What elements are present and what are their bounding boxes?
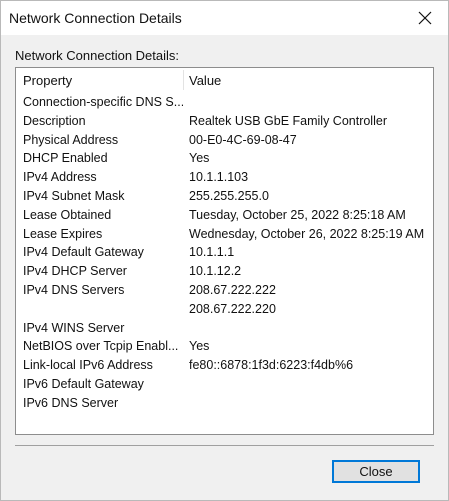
table-row[interactable]: Lease Obtained Tuesday, October 25, 2022 … — [16, 206, 433, 225]
value-cell: Yes — [189, 151, 210, 166]
property-cell: IPv4 Default Gateway — [23, 245, 144, 260]
column-header-value[interactable]: Value — [189, 73, 221, 88]
details-list-view[interactable]: Property Value Connection-specific DNS S… — [15, 67, 434, 435]
table-row[interactable]: IPv4 DNS Servers 208.67.222.222 — [16, 281, 433, 300]
table-row[interactable]: DHCP Enabled Yes — [16, 149, 433, 168]
property-cell: Lease Obtained — [23, 207, 112, 222]
value-cell: 10.1.12.2 — [189, 264, 242, 279]
table-row[interactable]: 208.67.222.220 — [16, 300, 433, 319]
divider — [15, 445, 434, 446]
table-row[interactable]: IPv4 Default Gateway 10.1.1.1 — [16, 243, 433, 262]
column-divider[interactable] — [183, 70, 184, 90]
table-row[interactable]: NetBIOS over Tcpip Enabl... Yes — [16, 337, 433, 356]
property-cell: NetBIOS over Tcpip Enabl... — [23, 339, 179, 354]
close-button[interactable]: Close — [332, 460, 420, 483]
title-bar: Network Connection Details — [1, 1, 448, 35]
window-title: Network Connection Details — [9, 10, 182, 26]
property-cell: IPv4 DNS Servers — [23, 282, 125, 297]
table-row[interactable]: IPv6 Default Gateway — [16, 375, 433, 394]
table-row[interactable]: IPv6 DNS Server — [16, 394, 433, 413]
value-cell: Wednesday, October 26, 2022 8:25:19 AM — [189, 226, 425, 241]
value-cell: Realtek USB GbE Family Controller — [189, 113, 387, 128]
property-cell: DHCP Enabled — [23, 151, 108, 166]
property-cell: Connection-specific DNS S... — [23, 95, 183, 109]
property-cell: Link-local IPv6 Address — [23, 358, 153, 373]
property-cell: IPv4 Subnet Mask — [23, 188, 125, 203]
close-icon — [418, 11, 432, 25]
details-section-label: Network Connection Details: — [15, 48, 180, 63]
value-cell: 208.67.222.222 — [189, 282, 276, 297]
property-cell: IPv6 DNS Server — [23, 395, 119, 410]
network-connection-details-dialog: Network Connection Details Network Conne… — [0, 0, 449, 501]
property-cell: IPv4 WINS Server — [23, 320, 125, 335]
value-cell: 10.1.1.103 — [189, 170, 249, 185]
value-cell: Tuesday, October 25, 2022 8:25:18 AM — [189, 207, 406, 222]
value-cell: Yes — [189, 339, 210, 354]
property-cell: Lease Expires — [23, 226, 103, 241]
column-header-property[interactable]: Property — [23, 73, 72, 88]
property-cell: Physical Address — [23, 132, 119, 147]
table-row[interactable]: Description Realtek USB GbE Family Contro… — [16, 112, 433, 131]
value-cell: fe80::6878:1f3d:6223:f4db%6 — [189, 358, 354, 373]
property-cell: IPv4 DHCP Server — [23, 264, 127, 279]
property-cell: IPv4 Address — [23, 170, 97, 185]
value-cell: 255.255.255.0 — [189, 188, 269, 203]
property-cell: IPv6 Default Gateway — [23, 376, 144, 391]
table-row[interactable]: IPv4 WINS Server — [16, 319, 433, 338]
value-cell: 00-E0-4C-69-08-47 — [189, 132, 297, 147]
table-row[interactable]: IPv4 DHCP Server 10.1.12.2 — [16, 262, 433, 281]
list-header: Property Value — [16, 68, 433, 92]
table-row[interactable]: IPv4 Address 10.1.1.103 — [16, 168, 433, 187]
table-row[interactable]: Link-local IPv6 Address fe80::6878:1f3d:6… — [16, 356, 433, 375]
window-close-button[interactable] — [402, 1, 448, 35]
property-cell: Description — [23, 113, 86, 128]
value-cell: 10.1.1.1 — [189, 245, 235, 260]
value-cell: 208.67.222.220 — [189, 301, 276, 316]
table-row[interactable]: Lease Expires Wednesday, October 26, 2022… — [16, 225, 433, 244]
table-row[interactable]: IPv4 Subnet Mask 255.255.255.0 — [16, 187, 433, 206]
list-rows: Connection-specific DNS S... Description R… — [16, 93, 433, 413]
table-row[interactable]: Connection-specific DNS S... — [16, 93, 433, 112]
table-row[interactable]: Physical Address 00-E0-4C-69-08-47 — [16, 131, 433, 150]
